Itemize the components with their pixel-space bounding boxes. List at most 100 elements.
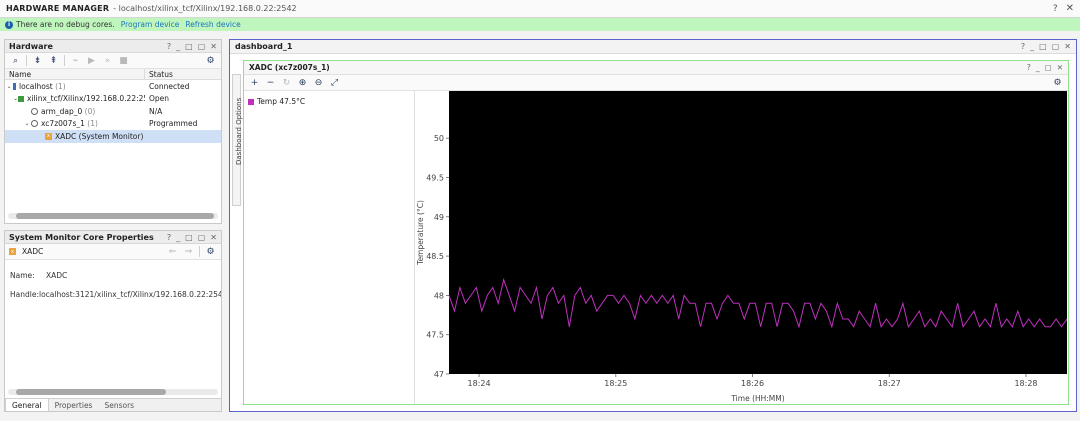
plot-area <box>449 91 1067 374</box>
server-icon <box>13 82 16 90</box>
y-tick-label: 49.5 <box>426 173 444 182</box>
legend-item-temp[interactable]: Temp 47.5°C <box>244 91 414 106</box>
remove-icon[interactable]: − <box>264 76 277 89</box>
tree-row-device[interactable]: ⌄ xc7z007s_1 (1) Programmed <box>5 118 221 131</box>
properties-panel-title: System Monitor Core Properties <box>9 232 154 242</box>
y-axis-label: Temperature (°C) <box>416 200 425 266</box>
xadc-icon: x <box>9 248 16 255</box>
info-banner: i There are no debug cores. Program devi… <box>0 18 1080 31</box>
dashboard-options-tab[interactable]: Dashboard Options <box>232 74 243 206</box>
help-icon[interactable]: ? <box>167 233 171 242</box>
properties-panel-header: System Monitor Core Properties ? _ □ ▢ ✕ <box>5 231 221 244</box>
gear-icon[interactable]: ⚙ <box>1051 76 1064 89</box>
scrollbar-thumb[interactable] <box>16 389 166 395</box>
properties-panel: System Monitor Core Properties ? _ □ ▢ ✕… <box>4 230 222 412</box>
property-handle: Handle: localhost:3121/xilinx_tcf/Xilinx… <box>10 290 221 299</box>
add-icon[interactable]: + <box>248 76 261 89</box>
maximize-icon[interactable]: ▢ <box>198 42 206 51</box>
search-icon[interactable]: ⌕ <box>9 54 22 67</box>
selected-object: XADC <box>22 247 44 256</box>
help-icon[interactable]: ? <box>1053 4 1058 14</box>
help-icon[interactable]: ? <box>1021 42 1025 51</box>
chevron-down-icon[interactable]: ⌄ <box>23 120 31 127</box>
expand-all-icon[interactable]: ⇞ <box>47 54 60 67</box>
legend-label: Temp <box>257 97 277 106</box>
scrollbar-thumb[interactable] <box>16 213 214 219</box>
legend-swatch <box>248 98 254 105</box>
chevron-down-icon[interactable]: ⌄ <box>5 83 13 90</box>
close-icon[interactable]: ✕ <box>210 42 217 51</box>
zoom-out-icon[interactable]: ⊖ <box>312 76 325 89</box>
hardware-table-header: Name Status <box>5 69 221 80</box>
chart-toolbar: + − ↻ ⊕ ⊖ ⤢ ⚙ <box>244 75 1068 91</box>
xadc-panel: XADC (xc7z007s_1) ? _ ▢ ✕ + − ↻ ⊕ ⊖ ⤢ ⚙ … <box>243 60 1069 405</box>
x-tick-label: 18:24 <box>468 379 491 388</box>
y-tick-label: 48.5 <box>426 252 444 261</box>
horizontal-scrollbar[interactable] <box>8 213 218 219</box>
xadc-icon: x <box>45 132 52 140</box>
restore-icon[interactable]: □ <box>185 42 193 51</box>
device-icon <box>31 120 38 128</box>
maximize-icon[interactable]: ▢ <box>1045 63 1052 72</box>
tab-general[interactable]: General <box>5 399 49 411</box>
temperature-chart: 47 47.5 48 48.5 49 49.5 50 18:24 18:25 18:26 18:27… <box>416 91 1067 403</box>
minimize-icon[interactable]: _ <box>176 233 180 242</box>
x-tick-label: 18:25 <box>604 379 627 388</box>
column-name[interactable]: Name <box>5 69 145 79</box>
properties-toolbar: x XADC ⇐ ⇒ ⚙ <box>5 244 221 260</box>
stop-trigger-icon[interactable]: ■ <box>117 54 130 67</box>
maximize-icon[interactable]: ▢ <box>1052 42 1060 51</box>
tree-row-xadc[interactable]: x XADC (System Monitor) <box>5 130 221 143</box>
zoom-in-icon[interactable]: ⊕ <box>296 76 309 89</box>
tab-sensors[interactable]: Sensors <box>98 399 140 411</box>
tree-row-localhost[interactable]: ⌄ localhost (1) Connected <box>5 80 221 93</box>
collapse-all-icon[interactable]: ⇟ <box>31 54 44 67</box>
dashboard-title: dashboard_1 <box>235 42 293 51</box>
auto-connect-icon[interactable]: ⌁ <box>69 54 82 67</box>
forward-arrow-icon[interactable]: ⇒ <box>182 245 195 258</box>
close-icon[interactable]: ✕ <box>1064 42 1071 51</box>
hardware-toolbar: ⌕ ⇟ ⇞ ⌁ ▶ » ■ ⚙ <box>5 53 221 69</box>
close-icon[interactable]: ✕ <box>210 233 217 242</box>
program-device-link[interactable]: Program device <box>121 20 180 29</box>
tree-row-target[interactable]: ⌄ xilinx_tcf/Xilinx/192.168.0.22:2542 Ope… <box>5 93 221 106</box>
close-icon[interactable]: ✕ <box>1066 3 1074 14</box>
minimize-icon[interactable]: _ <box>1030 42 1034 51</box>
chart-legend: Temp 47.5°C <box>244 91 415 404</box>
run-immediate-icon[interactable]: » <box>101 54 114 67</box>
app-title: HARDWARE MANAGER <box>6 4 110 13</box>
gear-icon[interactable]: ⚙ <box>204 54 217 67</box>
minimize-icon[interactable]: _ <box>1036 63 1040 72</box>
window-title-bar: HARDWARE MANAGER - localhost/xilinx_tcf/… <box>0 0 1080 18</box>
refresh-icon[interactable]: ↻ <box>280 76 293 89</box>
gear-icon[interactable]: ⚙ <box>204 245 217 258</box>
xadc-panel-title: XADC (xc7z007s_1) <box>249 63 330 72</box>
hardware-panel-header: Hardware ? _ □ ▢ ✕ <box>5 40 221 53</box>
restore-icon[interactable]: □ <box>185 233 193 242</box>
restore-icon[interactable]: □ <box>1039 42 1047 51</box>
banner-message: There are no debug cores. <box>16 20 115 29</box>
x-tick-label: 18:28 <box>1014 379 1037 388</box>
x-tick-label: 18:26 <box>741 379 764 388</box>
refresh-device-link[interactable]: Refresh device <box>185 20 240 29</box>
hardware-panel-title: Hardware <box>9 41 53 51</box>
run-trigger-icon[interactable]: ▶ <box>85 54 98 67</box>
close-icon[interactable]: ✕ <box>1057 63 1063 72</box>
tab-properties[interactable]: Properties <box>49 399 99 411</box>
y-tick-label: 50 <box>434 134 444 143</box>
x-axis-label: Time (HH:MM) <box>730 394 784 403</box>
maximize-icon[interactable]: ▢ <box>198 233 206 242</box>
back-arrow-icon[interactable]: ⇐ <box>166 245 179 258</box>
help-icon[interactable]: ? <box>167 42 171 51</box>
y-tick-label: 47.5 <box>426 331 444 340</box>
info-icon: i <box>5 20 13 29</box>
help-icon[interactable]: ? <box>1027 63 1031 72</box>
tree-row-arm-dap[interactable]: arm_dap_0 (0) N/A <box>5 105 221 118</box>
property-name: Name: XADC <box>10 271 68 280</box>
minimize-icon[interactable]: _ <box>176 42 180 51</box>
zoom-fit-icon[interactable]: ⤢ <box>328 76 341 89</box>
column-status[interactable]: Status <box>145 70 173 79</box>
device-icon <box>31 107 38 115</box>
horizontal-scrollbar[interactable] <box>8 389 218 395</box>
y-tick-label: 48 <box>434 291 444 300</box>
